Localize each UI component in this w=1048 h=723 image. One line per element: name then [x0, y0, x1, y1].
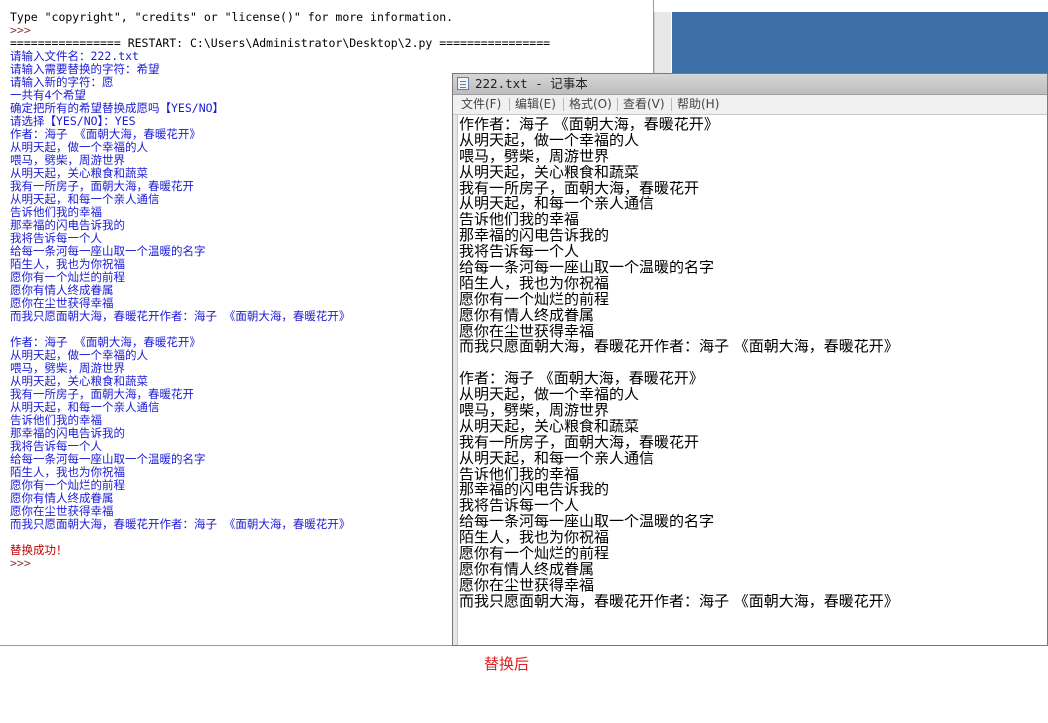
shell-line: ================ RESTART: C:\Users\Admin… — [10, 37, 551, 50]
notepad-line: 从明天起，和每一个亲人通信 — [459, 196, 655, 213]
shell-line: >>> — [10, 24, 38, 37]
notepad-line: 愿你有一个灿烂的前程 — [459, 291, 610, 308]
menu-separator — [617, 98, 618, 111]
notepad-line: 愿你有情人终成眷属 — [459, 307, 595, 324]
menu-item[interactable]: 文件(F) — [459, 95, 503, 114]
caption: 替换后 — [484, 655, 530, 673]
notepad-line: 从明天起，关心粮食和蔬菜 — [459, 418, 640, 435]
notepad-line: 告诉他们我的幸福 — [459, 466, 580, 483]
notepad-line: 愿你有一个灿烂的前程 — [459, 546, 610, 562]
notepad-icon — [457, 77, 469, 90]
notepad-menubar: 文件(F) 编辑(E) 格式(O) 查看(V) 帮助(H) — [453, 95, 1047, 115]
notepad-line: 从明天起，和每一个亲人通信 — [459, 450, 655, 467]
notepad-line: 喂马，劈柴，周游世界 — [459, 148, 610, 165]
notepad-line: 我将告诉每一个人 — [459, 244, 580, 261]
notepad-line: 喂马，劈柴，周游世界 — [459, 403, 610, 419]
notepad-line: 作作者：海子 《面朝大海，春暖花开》 — [459, 117, 719, 133]
notepad-line: 而我只愿面朝大海，春暖花开作者：海子 《面朝大海，春暖花开》 — [459, 339, 899, 356]
notepad-line: 而我只愿面朝大海，春暖花开作者：海子 《面朝大海，春暖花开》 — [459, 593, 899, 610]
notepad-window[interactable]: 222.txt - 记事本 文件(F) 编辑(E) 格式(O) 查看(V) 帮助(H) … — [452, 73, 1048, 646]
menu-item[interactable]: 查看(V) — [621, 95, 667, 114]
notepad-line: 从明天起，做一个幸福的人 — [459, 387, 640, 404]
notepad-line: 给每一条河每一座山取一个温暖的名字 — [459, 514, 715, 531]
notepad-titlebar[interactable]: 222.txt - 记事本 — [453, 74, 1047, 95]
notepad-line: 愿你在尘世获得幸福 — [459, 577, 595, 594]
notepad-line: 陌生人，我也为你祝福 — [459, 530, 610, 547]
menu-item[interactable]: 帮助(H) — [675, 95, 721, 114]
notepad-line: 从明天起，关心粮食和蔬菜 — [459, 164, 640, 181]
notepad-left-gutter — [453, 115, 458, 645]
notepad-text-area[interactable]: 作作者：海子 《面朝大海，春暖花开》 从明天起，做一个幸福的人 喂马，劈柴，周游世界… — [459, 117, 1043, 610]
shell-line: Type "copyright", "credits" or "license(… — [10, 11, 454, 24]
notepad-line: 愿你有情人终成眷属 — [459, 561, 595, 578]
notepad-line: 我有一所房子，面朝大海，春暖花开 — [459, 180, 700, 197]
notepad-line: 愿你在尘世获得幸福 — [459, 323, 595, 340]
notepad-line: 那幸福的闪电告诉我的 — [459, 482, 610, 499]
notepad-line: 那幸福的闪电告诉我的 — [459, 228, 610, 245]
shell-line: 请输入文件名：222.txt — [10, 50, 139, 63]
notepad-line — [459, 355, 1043, 371]
notepad-line: 陌生人，我也为你祝福 — [459, 275, 610, 292]
notepad-line: 给每一条河每一座山取一个温暖的名字 — [459, 260, 715, 276]
notepad-line: 作者：海子 《面朝大海，春暖花开》 — [459, 371, 704, 388]
menu-item[interactable]: 编辑(E) — [513, 95, 558, 114]
notepad-line: 从明天起，做一个幸福的人 — [459, 132, 640, 149]
menu-separator — [671, 98, 672, 111]
notepad-line: 我有一所房子，面朝大海，春暖花开 — [459, 434, 700, 451]
background-window[interactable] — [672, 12, 1048, 74]
notepad-line: 我将告诉每一个人 — [459, 498, 580, 515]
notepad-title: 222.txt - 记事本 — [475, 76, 588, 91]
menu-separator — [563, 98, 564, 111]
menu-item[interactable]: 格式(O) — [567, 95, 614, 114]
menu-separator — [509, 98, 510, 111]
notepad-line: 告诉他们我的幸福 — [459, 212, 580, 229]
